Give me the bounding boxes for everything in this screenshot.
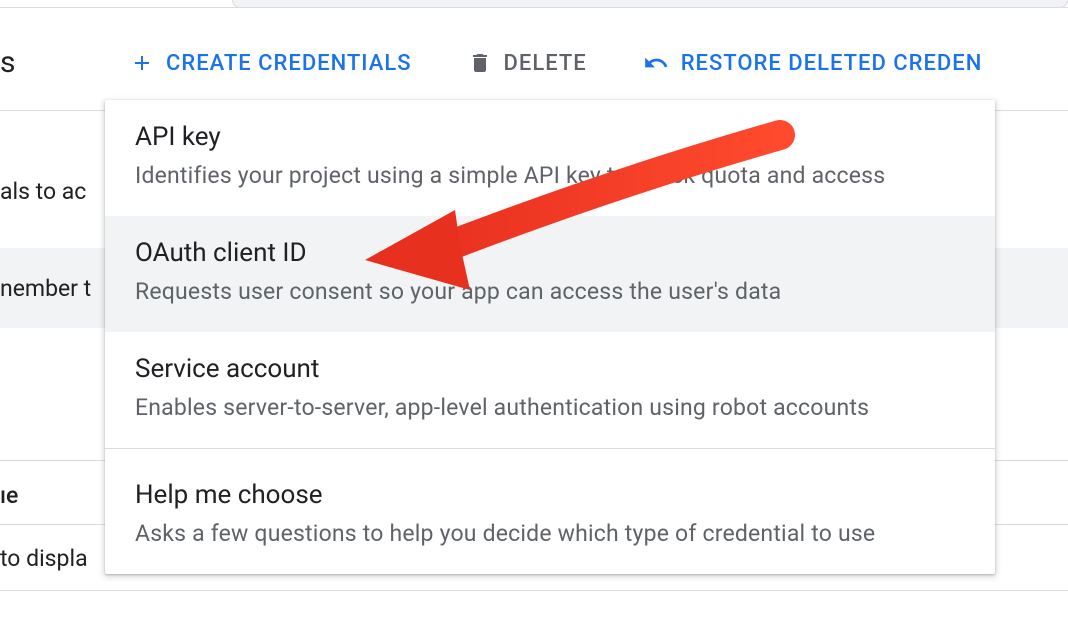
delete-label: DELETE: [504, 51, 587, 76]
bg-text-fragment: to displa: [0, 545, 88, 572]
toolbar: CREATE CREDENTIALS DELETE RESTORE DELETE…: [130, 38, 1068, 88]
bg-text-fragment: nember t: [0, 275, 91, 302]
dropdown-item-desc: Asks a few questions to help you decide …: [135, 520, 965, 547]
dropdown-divider: [105, 448, 995, 458]
delete-button[interactable]: DELETE: [468, 51, 587, 76]
dropdown-item-title: OAuth client ID: [135, 238, 965, 268]
create-credentials-label: CREATE CREDENTIALS: [166, 51, 412, 76]
dropdown-item-oauth-client-id[interactable]: OAuth client ID Requests user consent so…: [105, 216, 995, 332]
dropdown-item-desc: Requests user consent so your app can ac…: [135, 278, 965, 305]
dropdown-item-title: Help me choose: [135, 480, 965, 510]
divider: [0, 590, 1068, 591]
restore-label: RESTORE DELETED CREDEN: [681, 51, 983, 76]
create-credentials-button[interactable]: CREATE CREDENTIALS: [130, 51, 412, 76]
dropdown-item-api-key[interactable]: API key Identifies your project using a …: [105, 100, 995, 216]
dropdown-item-title: Service account: [135, 354, 965, 384]
bg-text-fragment: ıe: [0, 482, 18, 509]
create-credentials-dropdown: API key Identifies your project using a …: [105, 100, 995, 574]
search-bar-fragment[interactable]: [232, 0, 1068, 8]
plus-icon: [130, 51, 154, 75]
trash-icon: [468, 51, 492, 75]
dropdown-item-service-account[interactable]: Service account Enables server-to-server…: [105, 332, 995, 448]
dropdown-item-desc: Identifies your project using a simple A…: [135, 162, 965, 189]
bg-text-fragment: als to ac: [0, 178, 86, 205]
restore-deleted-button[interactable]: RESTORE DELETED CREDEN: [643, 50, 983, 76]
dropdown-item-desc: Enables server-to-server, app-level auth…: [135, 394, 965, 421]
dropdown-item-help-me-choose[interactable]: Help me choose Asks a few questions to h…: [105, 458, 995, 574]
undo-icon: [643, 50, 669, 76]
dropdown-item-title: API key: [135, 122, 965, 152]
page-title: s: [0, 45, 15, 80]
